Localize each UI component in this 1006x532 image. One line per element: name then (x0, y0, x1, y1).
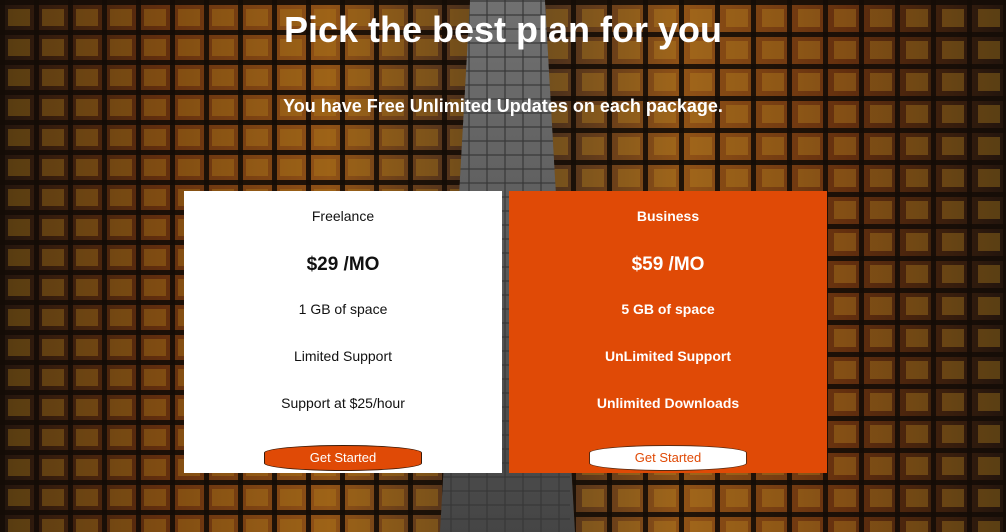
plan-name: Freelance (311, 208, 375, 224)
plan-price: $29 /MO (306, 254, 380, 275)
pricing-card-freelance: Freelance $29 /MO 1 GB of space Limited … (184, 191, 502, 473)
plan-feature: Support at $25/hour (281, 395, 405, 411)
plan-name: Business (636, 208, 700, 224)
page-title: Pick the best plan for you (283, 9, 723, 50)
plan-feature: Limited Support (293, 348, 393, 364)
plan-feature: Unlimited Downloads (596, 395, 740, 411)
background-image (0, 0, 1006, 532)
plan-price: $59 /MO (631, 254, 705, 275)
plan-feature: UnLimited Support (605, 348, 731, 364)
pricing-card-business: Business $59 /MO 5 GB of space UnLimited… (509, 191, 827, 473)
plan-feature: 1 GB of space (298, 301, 388, 317)
page-subtitle: You have Free Unlimited Updates on each … (283, 96, 723, 116)
get-started-button-freelance[interactable]: Get Started (264, 445, 422, 471)
plan-feature: 5 GB of space (621, 301, 715, 317)
get-started-button-business[interactable]: Get Started (589, 445, 747, 471)
